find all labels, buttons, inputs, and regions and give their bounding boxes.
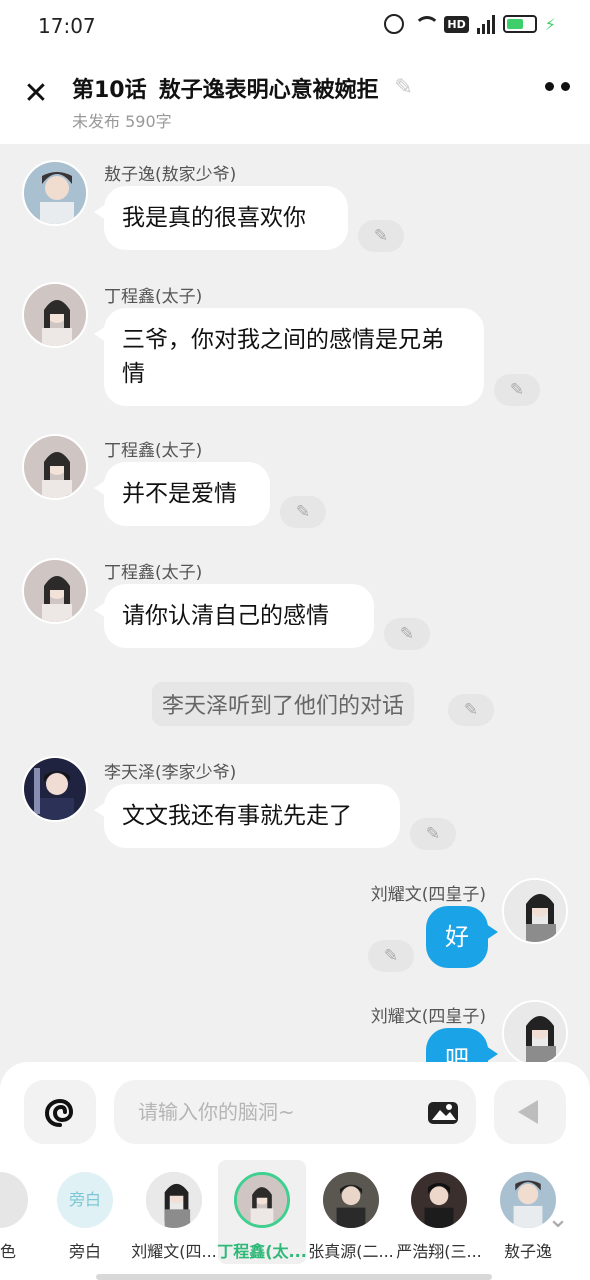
home-indicator (96, 1274, 492, 1280)
role-name: 旁白 (68, 1242, 101, 1261)
sender-name: 刘耀文(四皇子) (370, 885, 486, 905)
avatar[interactable] (22, 282, 88, 348)
wifi-icon (412, 14, 441, 34)
message-bubble[interactable]: 三爷，你对我之间的感情是兄弟情 (94, 308, 484, 406)
battery-icon (502, 15, 537, 33)
role-name: 张真源(二... (308, 1242, 394, 1261)
alarm-icon (384, 14, 405, 34)
role-item[interactable]: 刘耀文(四... (130, 1160, 218, 1264)
image-icon[interactable] (428, 1098, 458, 1124)
avatar[interactable] (502, 878, 568, 944)
edit-message-icon[interactable]: ✎ (384, 618, 430, 650)
avatar[interactable] (22, 558, 88, 624)
sender-name: 李天泽(李家少爷) (104, 763, 237, 783)
edit-message-icon[interactable]: ✎ (410, 818, 456, 850)
role-avatar (234, 1172, 290, 1228)
status-bar: 17:07 HD ⚡ (0, 0, 590, 52)
role-avatar (411, 1172, 467, 1228)
brain-hole-button[interactable] (24, 1080, 96, 1144)
charging-icon: ⚡ (544, 14, 556, 34)
hd-icon: HD (444, 15, 469, 33)
edit-message-icon[interactable]: ✎ (368, 940, 414, 972)
message-bubble[interactable]: 吧 (426, 1028, 498, 1064)
avatar[interactable] (22, 756, 88, 822)
message-bubble[interactable]: 好 (426, 906, 498, 968)
status-icons: HD ⚡ (384, 14, 556, 34)
narrator-avatar: 旁白 (57, 1172, 113, 1228)
story-input[interactable] (114, 1080, 476, 1144)
message-bubble[interactable]: 我是真的很喜欢你 (94, 186, 348, 250)
more-button[interactable] (545, 82, 570, 91)
role-item[interactable]: 严浩翔(三... (395, 1160, 483, 1264)
signal-icon (476, 14, 495, 34)
sender-name: 刘耀文(四皇子) (370, 1007, 486, 1027)
status-time: 17:07 (38, 14, 96, 38)
chapter-number: 第10话 (72, 78, 147, 103)
edit-message-icon[interactable]: ✎ (494, 374, 540, 406)
sender-name: 丁程鑫(太子) (104, 441, 203, 461)
edit-message-icon[interactable]: ✎ (358, 220, 404, 252)
title-row: 第10话 敖子逸表明心意被婉拒 ✎ (72, 72, 417, 104)
role-item[interactable]: 旁白 旁白 (41, 1160, 129, 1264)
edit-message-icon[interactable]: ✎ (280, 496, 326, 528)
role-item[interactable]: 张真源(二... (307, 1160, 395, 1264)
role-name: 敖子逸 (503, 1242, 552, 1261)
chevron-down-icon[interactable]: ⌄ (540, 1204, 576, 1240)
message-bubble[interactable]: 并不是爱情 (94, 462, 270, 526)
chapter-title: 敖子逸表明心意被婉拒 (158, 78, 379, 103)
role-avatar (323, 1172, 379, 1228)
edit-message-icon[interactable]: ✎ (448, 694, 494, 726)
swirl-icon (44, 1098, 74, 1127)
role-bar: 角色 旁白 旁白 刘耀文(四... 丁程鑫(太... 张真源(二... 严浩翔(… (0, 1160, 590, 1280)
chat-area[interactable]: 敖子逸(敖家少爷) 我是真的很喜欢你 ✎ 丁程鑫(太子) 三爷，你对我之间的感情… (0, 144, 590, 1064)
message-bubble[interactable]: 请你认清自己的感情 (94, 584, 374, 648)
header: ✕ 第10话 敖子逸表明心意被婉拒 ✎ 未发布 590字 (0, 52, 590, 144)
message-bubble[interactable]: 文文我还有事就先走了 (94, 784, 400, 848)
role-avatar (0, 1172, 28, 1228)
sender-name: 丁程鑫(太子) (104, 287, 203, 307)
narration-text[interactable]: 李天泽听到了他们的对话 (152, 682, 415, 726)
send-button[interactable] (494, 1080, 566, 1144)
avatar[interactable] (22, 434, 88, 500)
sender-name: 敖子逸(敖家少爷) (104, 165, 237, 185)
role-item-selected[interactable]: 丁程鑫(太... (217, 1160, 307, 1264)
edit-title-icon[interactable]: ✎ (391, 75, 417, 101)
avatar[interactable] (22, 160, 88, 226)
role-name: 严浩翔(三... (396, 1242, 482, 1261)
chapter-status: 未发布 590字 (72, 112, 172, 131)
input-bar (0, 1062, 590, 1160)
role-name: 刘耀文(四... (131, 1242, 217, 1261)
role-avatar (146, 1172, 202, 1228)
close-button[interactable]: ✕ (20, 78, 52, 110)
role-name: 丁程鑫(太... (217, 1242, 307, 1261)
sender-name: 丁程鑫(太子) (104, 563, 203, 583)
avatar[interactable] (502, 1000, 568, 1064)
